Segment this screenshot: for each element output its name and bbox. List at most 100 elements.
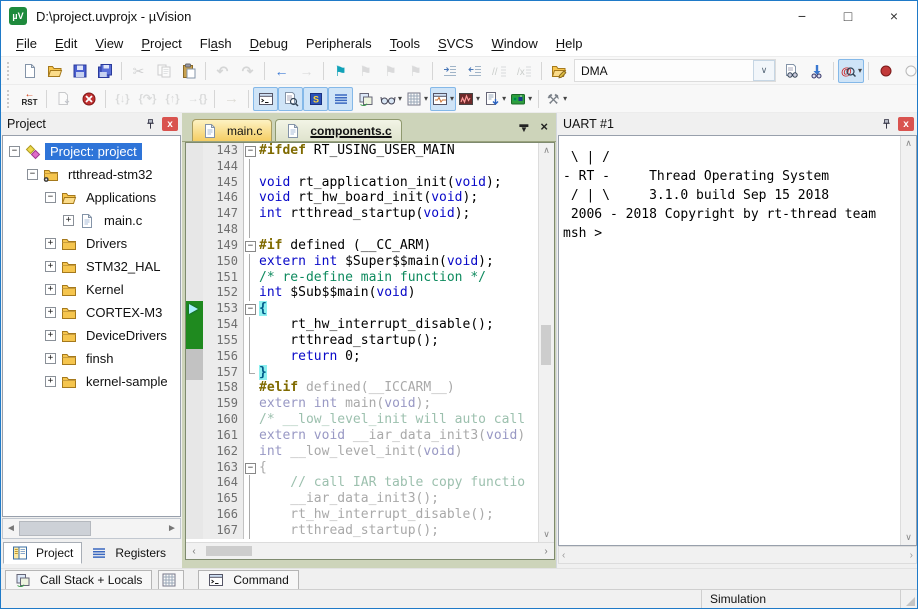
scroll-thumb[interactable] [541, 325, 551, 365]
code-text[interactable]: void rt_application_init(void); [256, 175, 538, 191]
menu-help[interactable]: Help [547, 33, 592, 54]
symbol-window-button[interactable]: S [303, 87, 328, 111]
tree-item-finsh[interactable]: +finsh [3, 347, 180, 370]
find-button[interactable] [804, 59, 829, 83]
serial-window-button[interactable]: ▾ [430, 87, 456, 111]
code-text[interactable] [256, 222, 538, 238]
uart-hscrollbar[interactable]: ‹ › [558, 546, 917, 564]
undo-button[interactable]: ↶ [210, 59, 235, 83]
uart-vscrollbar[interactable]: ∧ ∨ [900, 136, 916, 545]
menu-file[interactable]: File [7, 33, 46, 54]
copy-button[interactable] [151, 59, 176, 83]
toolbox-button[interactable]: ▾ [508, 87, 534, 111]
run-to-cursor-button[interactable]: →{} [185, 87, 210, 111]
menu-view[interactable]: View [86, 33, 132, 54]
scroll-down-icon[interactable]: ∨ [901, 532, 916, 543]
call-stack-window-button[interactable] [353, 87, 378, 111]
tree-item-project-project[interactable]: −Project: project [3, 140, 180, 163]
tree-expander-collapse-icon[interactable]: − [27, 169, 38, 180]
menu-peripherals[interactable]: Peripherals [297, 33, 381, 54]
insert-bookmark-button[interactable]: ⚑ [328, 59, 353, 83]
scroll-track[interactable] [19, 519, 164, 538]
tree-item-devicedrivers[interactable]: +DeviceDrivers [3, 324, 180, 347]
goto-prev-bookmark-button[interactable]: ⚑ [378, 59, 403, 83]
tree-item-kernel-sample[interactable]: +kernel-sample [3, 370, 180, 393]
scroll-left-icon[interactable]: ‹ [562, 550, 565, 561]
debug-settings-button[interactable]: ⚒▾ [543, 87, 569, 111]
command-tab[interactable]: Command [198, 570, 298, 590]
project-panel-close-icon[interactable]: x [162, 117, 178, 131]
target-select-combo[interactable]: DMA∨ [574, 59, 776, 82]
code-text[interactable]: /* __low_level_init will auto call [256, 412, 538, 428]
scroll-thumb[interactable] [19, 521, 91, 536]
fold-collapse-icon[interactable]: − [245, 241, 256, 252]
code-text[interactable]: __iar_data_init3(); [256, 491, 538, 507]
cut-button[interactable]: ✂ [126, 59, 151, 83]
resize-grip[interactable] [900, 590, 917, 608]
tab-list-icon[interactable]: ▬▼ [519, 121, 528, 133]
navigate-back-button[interactable]: ← [269, 59, 294, 83]
code-text[interactable]: { [256, 460, 538, 476]
tree-expander-expand-icon[interactable]: + [45, 307, 56, 318]
toolbar-grip[interactable] [7, 62, 12, 80]
scroll-down-icon[interactable]: ∨ [539, 529, 554, 540]
quick-search-button[interactable]: @▾ [838, 59, 864, 83]
menu-debug[interactable]: Debug [241, 33, 297, 54]
indent-button[interactable] [437, 59, 462, 83]
tree-item-drivers[interactable]: +Drivers [3, 232, 180, 255]
reset-cpu-button[interactable]: ←RST [17, 87, 42, 111]
callstack-tab[interactable]: Call Stack + Locals [5, 570, 152, 590]
scroll-up-icon[interactable]: ∧ [539, 145, 554, 156]
fold-collapse-icon[interactable]: − [245, 146, 256, 157]
tree-expander-expand-icon[interactable]: + [45, 376, 56, 387]
save-all-button[interactable] [92, 59, 117, 83]
tree-expander-expand-icon[interactable]: + [45, 353, 56, 364]
watch-window-dropdown-icon[interactable]: ▾ [398, 94, 402, 103]
menu-svcs[interactable]: SVCS [429, 33, 482, 54]
quick-search-dropdown-icon[interactable]: ▾ [858, 66, 862, 75]
menu-tools[interactable]: Tools [381, 33, 429, 54]
document-close-icon[interactable]: × [540, 119, 548, 134]
step-over-button[interactable]: {↷} [135, 87, 160, 111]
tree-item-kernel[interactable]: +Kernel [3, 278, 180, 301]
tree-item-rtthread-stm32[interactable]: −rtthread-stm32 [3, 163, 180, 186]
panel-tab-registers[interactable]: Registers [82, 542, 175, 564]
tree-expander-collapse-icon[interactable]: − [45, 192, 56, 203]
tree-item-applications[interactable]: −Applications [3, 186, 180, 209]
run-button[interactable]: → [219, 87, 244, 111]
comment-selection-button[interactable]: // [487, 59, 512, 83]
logic-analyzer-button[interactable]: ▾ [456, 87, 482, 111]
command-window-button[interactable] [253, 87, 278, 111]
stop-debug-button[interactable] [76, 87, 101, 111]
code-text[interactable]: int rtthread_startup(void); [256, 206, 538, 222]
clear-all-bookmarks-button[interactable]: ⚑ [403, 59, 428, 83]
new-file-button[interactable] [17, 59, 42, 83]
combo-dropdown-icon[interactable]: ∨ [753, 60, 775, 81]
code-text[interactable]: extern void __iar_data_init3(void) [256, 428, 538, 444]
toolbar-grip[interactable] [7, 90, 12, 108]
editor-tab-main-c[interactable]: main.c [192, 119, 272, 141]
memory-dock-button[interactable] [158, 570, 184, 590]
uncomment-selection-button[interactable]: /x [512, 59, 537, 83]
unindent-button[interactable] [462, 59, 487, 83]
uart-output[interactable]: \ | / - RT - Thread Operating System / |… [559, 136, 900, 545]
tree-item-cortex-m3[interactable]: +CORTEX-M3 [3, 301, 180, 324]
code-text[interactable]: rt_hw_interrupt_disable(); [256, 507, 538, 523]
code-text[interactable]: // call IAR table copy functio [256, 475, 538, 491]
tree-expander-expand-icon[interactable]: + [45, 284, 56, 295]
tree-expander-expand-icon[interactable]: + [45, 238, 56, 249]
tree-expander-expand-icon[interactable]: + [45, 261, 56, 272]
save-button[interactable] [67, 59, 92, 83]
goto-next-bookmark-button[interactable]: ⚑ [353, 59, 378, 83]
panel-tab-project[interactable]: Project [3, 542, 82, 564]
fold-collapse-icon[interactable]: − [245, 304, 256, 315]
memory-window-button[interactable]: ▾ [404, 87, 430, 111]
registers-window-button[interactable] [328, 87, 353, 111]
tree-expander-collapse-icon[interactable]: − [9, 146, 20, 157]
toolbox-dropdown-icon[interactable]: ▾ [528, 94, 532, 103]
close-button[interactable]: × [871, 1, 917, 31]
code-text[interactable]: { [256, 301, 538, 317]
code-text[interactable]: rtthread_startup(); [256, 523, 538, 539]
editor-vscrollbar[interactable]: ∧ ∨ [538, 143, 554, 542]
uart-panel-close-icon[interactable]: x [898, 117, 914, 131]
